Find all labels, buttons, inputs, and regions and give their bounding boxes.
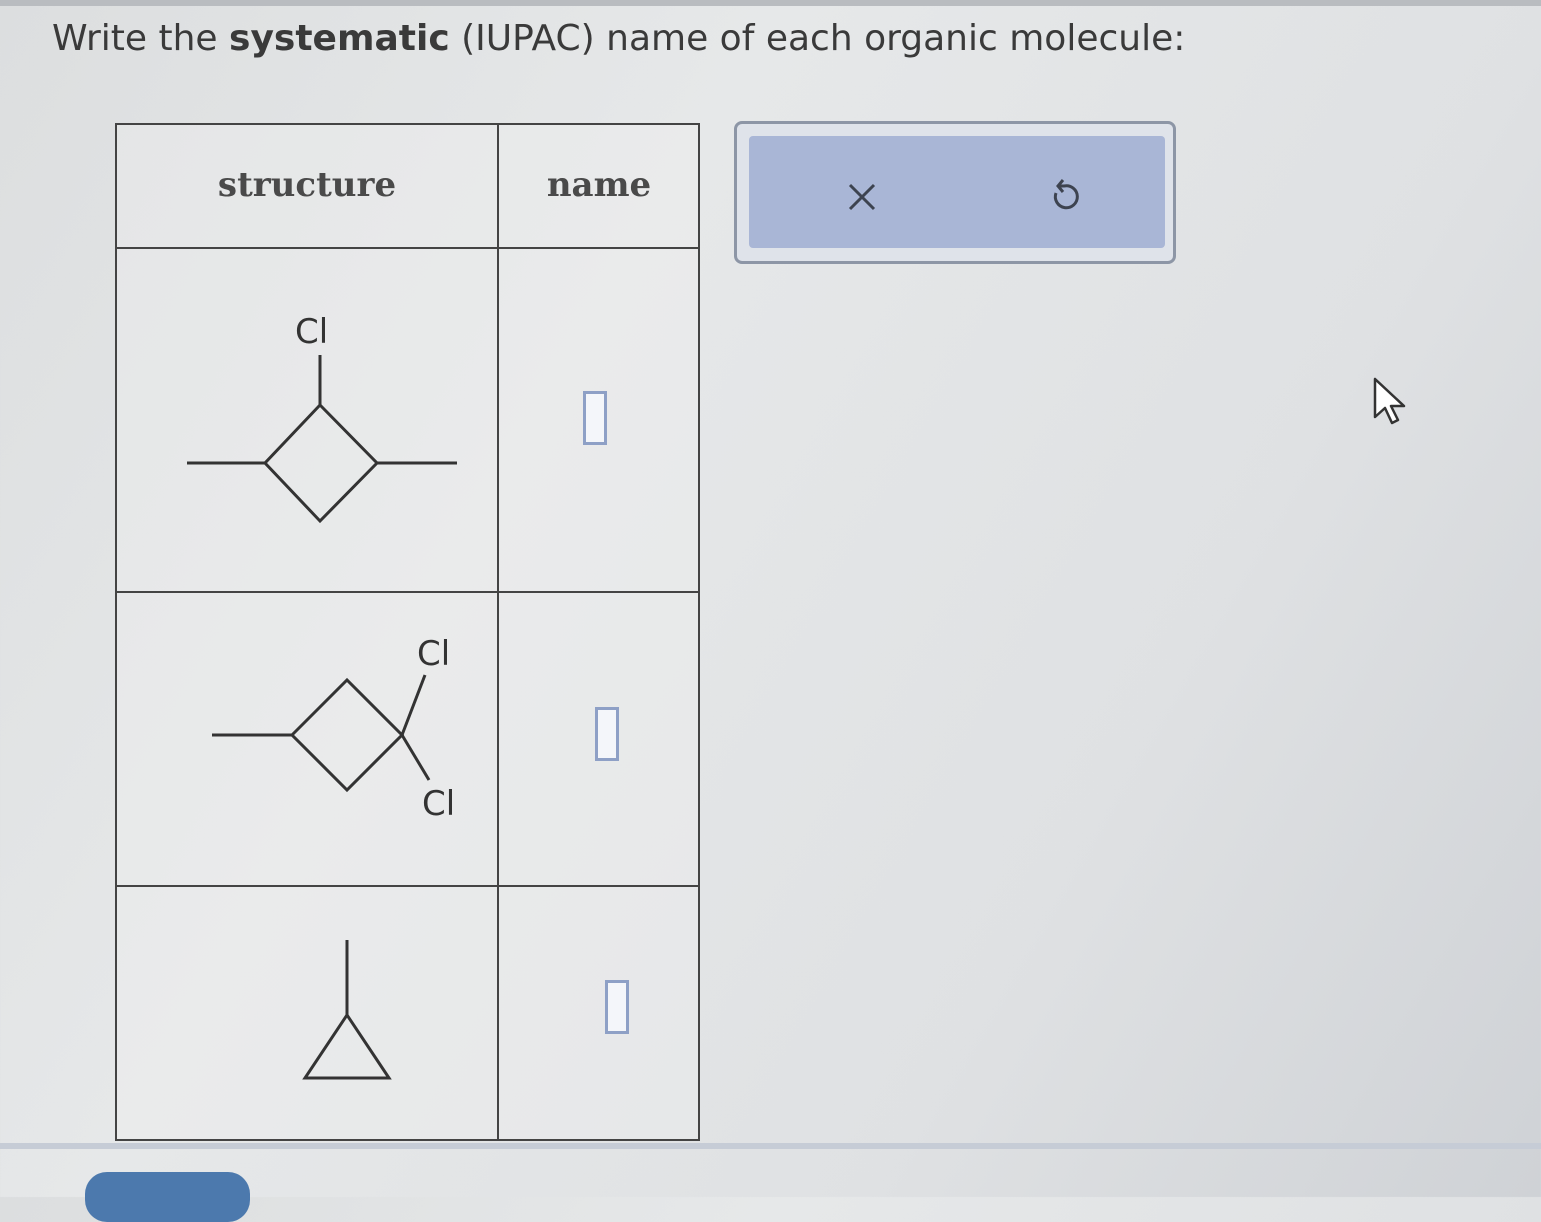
top-border (0, 0, 1541, 6)
row-divider (117, 591, 698, 593)
bottom-divider (0, 1143, 1541, 1149)
name-input-row-2[interactable] (595, 707, 619, 761)
toolbar-panel (749, 136, 1165, 248)
undo-button[interactable] (1039, 172, 1089, 222)
x-icon (848, 183, 876, 211)
name-input-row-3[interactable] (605, 980, 629, 1034)
column-divider (497, 125, 499, 1139)
answer-table: structure name Cl Cl Cl (115, 123, 700, 1141)
bottom-action-button[interactable] (85, 1172, 250, 1222)
molecule-2-structure: Cl Cl (212, 634, 455, 824)
answer-toolbar (734, 121, 1176, 264)
question-prompt: Write the systematic (IUPAC) name of eac… (52, 18, 1186, 59)
structure-column-header: structure (217, 165, 397, 205)
clear-button[interactable] (837, 172, 887, 222)
molecule-3-structure (302, 940, 392, 1080)
chlorine-label-upper: Cl (417, 634, 450, 674)
name-input-row-1[interactable] (583, 391, 607, 445)
header-divider (117, 247, 698, 249)
undo-icon (1053, 179, 1079, 210)
mouse-pointer-icon (1373, 377, 1406, 425)
emphasis-systematic: systematic (229, 18, 450, 59)
name-column-header: name (546, 165, 652, 205)
molecule-1-structure: Cl (187, 312, 457, 524)
chlorine-label-lower: Cl (422, 784, 455, 824)
row-divider (117, 885, 698, 887)
chlorine-label: Cl (295, 312, 328, 352)
